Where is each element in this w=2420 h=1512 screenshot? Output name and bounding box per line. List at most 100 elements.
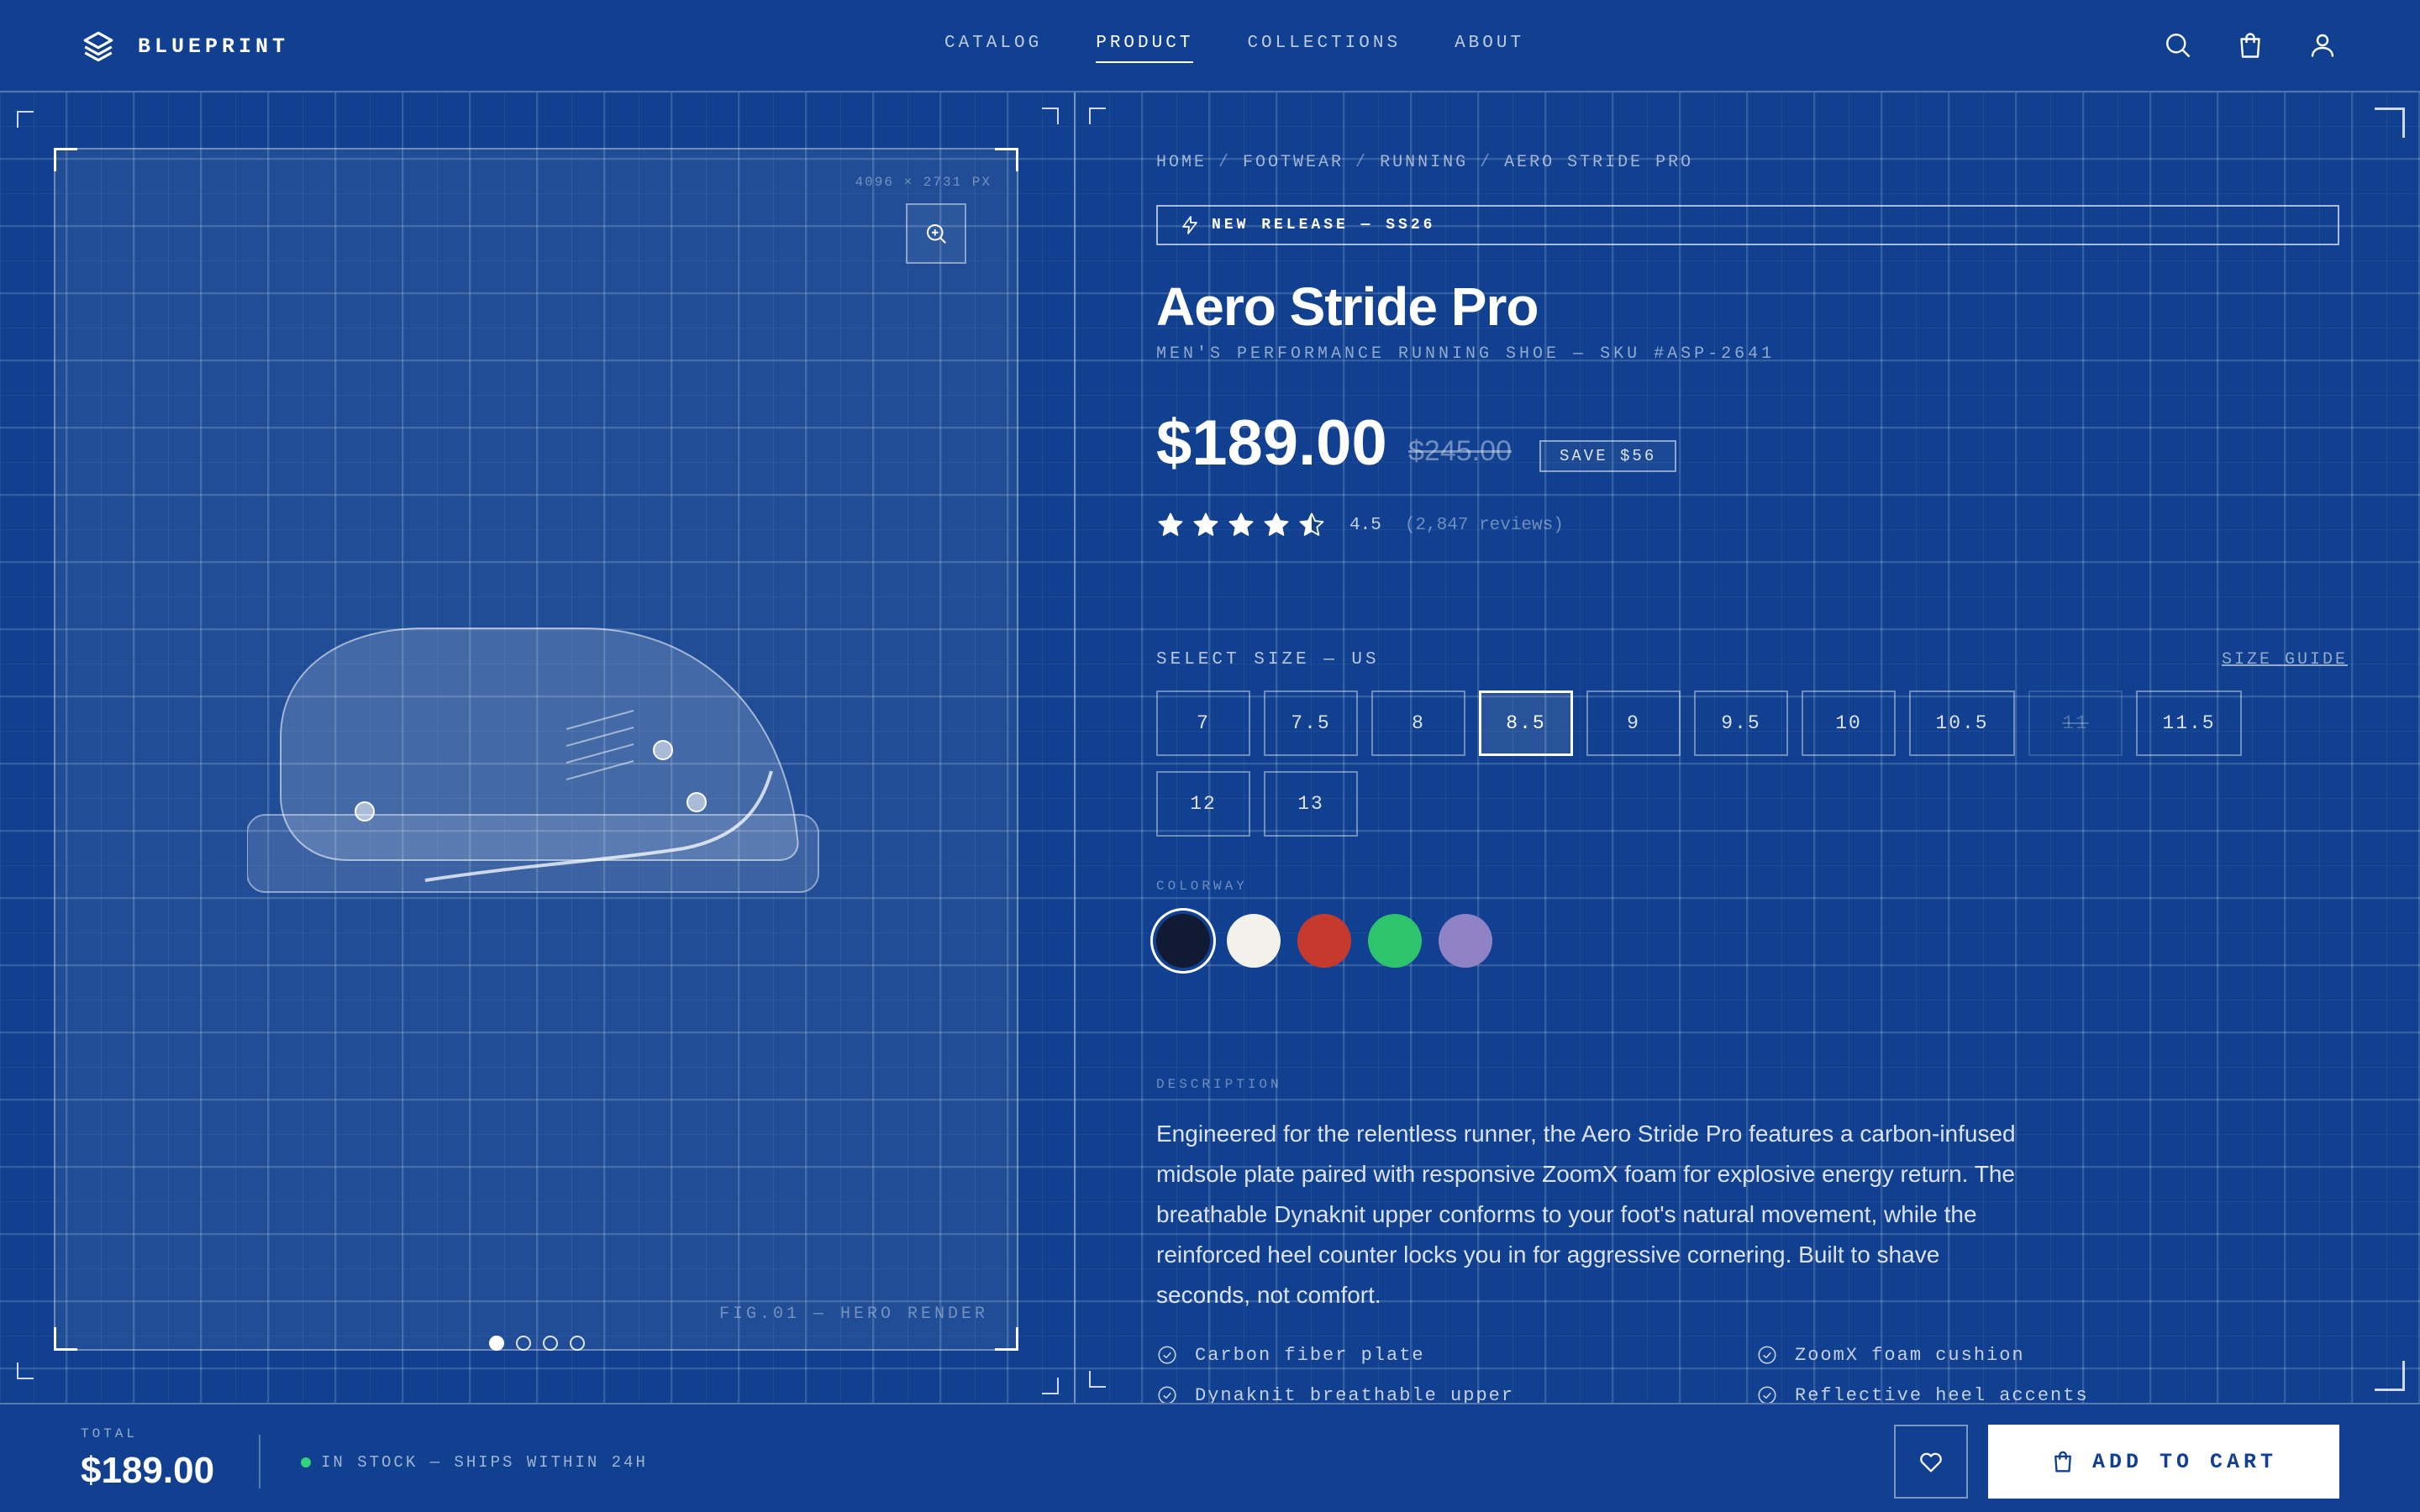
brand-name: BLUEPRINT: [138, 34, 290, 59]
breadcrumb-running[interactable]: RUNNING: [1380, 153, 1468, 172]
zoom-button[interactable]: [906, 203, 966, 264]
product-gallery: 4096 × 2731 PX FIG.01 — HERO RENDER: [0, 92, 1076, 1403]
search-icon[interactable]: [2161, 29, 2195, 62]
header-actions: [2161, 29, 2339, 62]
rating-stars: [1156, 511, 1326, 539]
check-circle-icon: [1158, 1346, 1176, 1364]
check-circle-icon: [1758, 1386, 1776, 1403]
feature-text: Carbon fiber plate: [1195, 1344, 1425, 1366]
total-price: $189.00: [81, 1450, 215, 1491]
rating-value: 4.5: [1349, 515, 1381, 535]
breadcrumb-current: AERO STRIDE PRO: [1504, 153, 1694, 172]
size-option-8-5[interactable]: 8.5: [1479, 690, 1573, 756]
corner-mark: [1089, 108, 1106, 124]
gallery-dot[interactable]: [543, 1336, 558, 1351]
nav-catalog[interactable]: CATALOG: [944, 34, 1042, 63]
review-count[interactable]: (2,847 reviews): [1405, 516, 1564, 535]
frame-corner: [54, 148, 77, 171]
zoom-in-icon: [927, 224, 946, 244]
star-filled-icon: [1193, 512, 1218, 536]
image-dimensions: 4096 × 2731 PX: [855, 175, 992, 190]
product-rating[interactable]: 4.5 (2,847 reviews): [1156, 511, 1564, 539]
size-option-7-5[interactable]: 7.5: [1264, 690, 1358, 756]
stock-indicator-dot: [301, 1457, 311, 1467]
feature-text: Reflective heel accents: [1795, 1384, 2089, 1404]
star-filled-icon: [1228, 512, 1254, 536]
corner-mark: [17, 1362, 34, 1379]
breadcrumb-separator: /: [1480, 153, 1493, 172]
check-circle-icon: [1758, 1346, 1776, 1364]
feature-text: ZoomX foam cushion: [1795, 1344, 2025, 1366]
size-option-9-5[interactable]: 9.5: [1694, 690, 1788, 756]
size-option-10[interactable]: 10: [1802, 690, 1896, 756]
release-badge: NEW RELEASE — SS26: [1156, 205, 2339, 245]
colorway-label: COLORWAY: [1156, 879, 1248, 894]
figure-caption: FIG.01 — HERO RENDER: [718, 1305, 988, 1324]
feature-item: ZoomX foam cushion: [1756, 1344, 2356, 1366]
breadcrumb: HOME / FOOTWEAR / RUNNING / AERO STRIDE …: [1156, 153, 1693, 172]
color-swatch[interactable]: [1156, 914, 1210, 968]
nav-about[interactable]: ABOUT: [1455, 34, 1524, 63]
divider: [259, 1435, 260, 1488]
breadcrumb-home[interactable]: HOME: [1156, 153, 1207, 172]
release-text: NEW RELEASE — SS26: [1212, 217, 1436, 234]
feature-item: Dynaknit breathable upper: [1156, 1384, 1756, 1403]
total-label: TOTAL: [81, 1426, 139, 1441]
color-swatch[interactable]: [1227, 914, 1281, 968]
hero-image-frame[interactable]: 4096 × 2731 PX FIG.01 — HERO RENDER: [54, 148, 1018, 1351]
stock-text: IN STOCK — SHIPS WITHIN 24H: [321, 1453, 648, 1472]
stock-status: IN STOCK — SHIPS WITHIN 24H: [301, 1453, 648, 1472]
feature-text: Dynaknit breathable upper: [1195, 1384, 1515, 1404]
product-subtitle: MEN'S PERFORMANCE RUNNING SHOE — SKU #AS…: [1156, 344, 1776, 364]
color-swatch[interactable]: [1439, 914, 1492, 968]
star-half-icon: [1299, 512, 1324, 536]
user-icon[interactable]: [2306, 29, 2339, 62]
color-swatch[interactable]: [1297, 914, 1351, 968]
color-swatch[interactable]: [1368, 914, 1422, 968]
corner-mark: [1042, 108, 1059, 124]
breadcrumb-separator: /: [1218, 153, 1232, 172]
product-price: $189.00: [1156, 407, 1387, 479]
lightning-icon: [1182, 216, 1197, 234]
size-option-11-5[interactable]: 11.5: [2136, 690, 2242, 756]
purchase-bar: TOTAL $189.00 IN STOCK — SHIPS WITHIN 24…: [0, 1403, 2420, 1512]
shoe-illustration: [247, 627, 819, 893]
original-price: $245.00: [1408, 435, 1512, 467]
size-option-9[interactable]: 9: [1586, 690, 1681, 756]
corner-mark: [2375, 108, 2405, 138]
size-option-8[interactable]: 8: [1371, 690, 1465, 756]
product-title: Aero Stride Pro: [1156, 276, 1539, 337]
add-to-cart-button[interactable]: ADD TO CART: [1988, 1425, 2339, 1499]
nav-collections[interactable]: COLLECTIONS: [1247, 34, 1401, 63]
size-option-10-5[interactable]: 10.5: [1909, 690, 2015, 756]
star-filled-icon: [1264, 512, 1289, 536]
site-header: BLUEPRINT CATALOG PRODUCT COLLECTIONS AB…: [0, 0, 2420, 92]
size-selector-label: SELECT SIZE — US: [1156, 650, 1380, 669]
size-option-7[interactable]: 7: [1156, 690, 1250, 756]
breadcrumb-footwear[interactable]: FOOTWEAR: [1243, 153, 1344, 172]
brand-logo[interactable]: BLUEPRINT: [81, 29, 289, 64]
layers-icon: [83, 31, 113, 62]
corner-mark: [1042, 1378, 1059, 1394]
size-option-13[interactable]: 13: [1264, 771, 1358, 837]
size-guide-link[interactable]: SIZE GUIDE: [2222, 650, 2348, 669]
frame-corner: [995, 1327, 1018, 1351]
gallery-dot[interactable]: [570, 1336, 585, 1351]
cart-icon[interactable]: [2233, 29, 2267, 62]
savings-badge: SAVE $56: [1539, 440, 1677, 472]
nav-product[interactable]: PRODUCT: [1096, 34, 1194, 63]
corner-mark: [17, 111, 34, 128]
gallery-dot[interactable]: [489, 1336, 504, 1351]
star-filled-icon: [1158, 512, 1183, 536]
gallery-dot[interactable]: [516, 1336, 531, 1351]
breadcrumb-separator: /: [1355, 153, 1369, 172]
product-description: Engineered for the relentless runner, th…: [1156, 1121, 2016, 1308]
description-label: DESCRIPTION: [1156, 1077, 1282, 1092]
wishlist-button[interactable]: [1894, 1425, 1968, 1499]
frame-corner: [995, 148, 1018, 171]
add-to-cart-label: ADD TO CART: [2091, 1449, 2278, 1474]
size-option-12[interactable]: 12: [1156, 771, 1250, 837]
heart-icon: [1920, 1452, 1942, 1473]
main-nav: CATALOG PRODUCT COLLECTIONS ABOUT: [944, 34, 1524, 63]
corner-mark: [1089, 1371, 1106, 1388]
